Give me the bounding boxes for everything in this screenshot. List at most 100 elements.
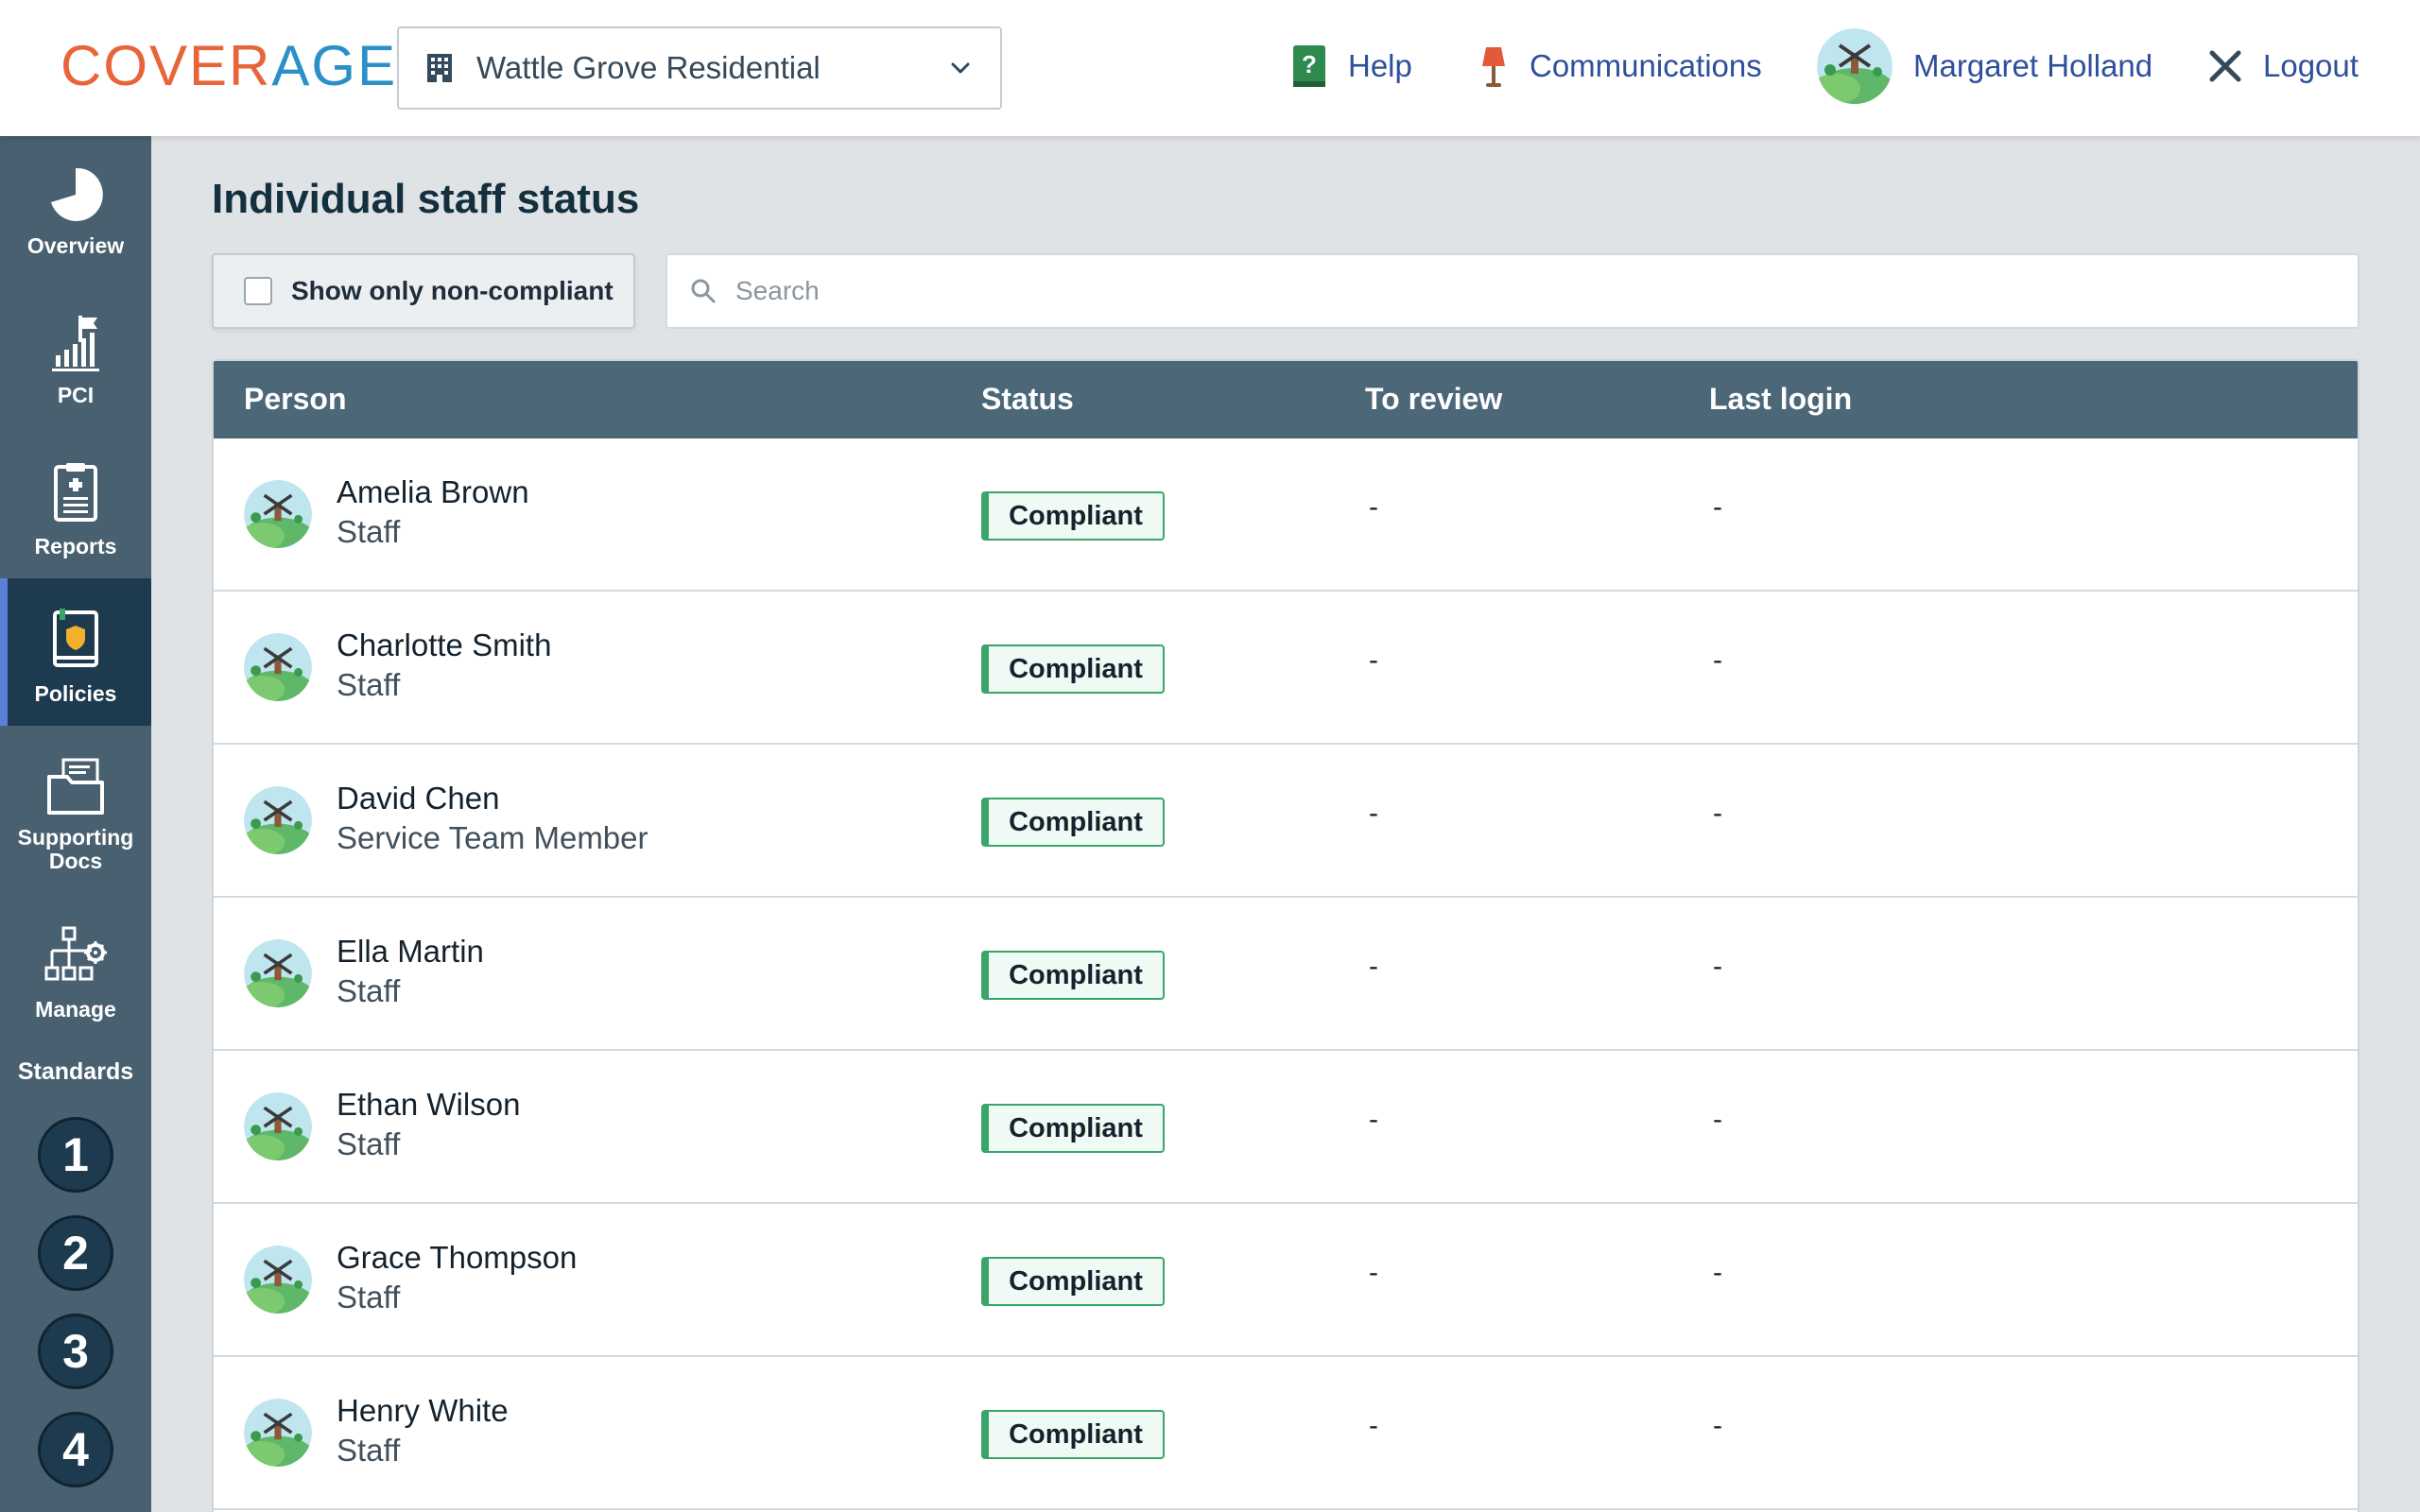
lamp-icon [1478, 43, 1509, 89]
sidebar-item-label: Reports [34, 534, 117, 558]
column-header-to-review[interactable]: To review [1365, 382, 1502, 417]
person-name[interactable]: Henry White [337, 1393, 509, 1429]
non-compliant-checkbox[interactable] [244, 277, 272, 305]
table-body: Amelia Brown Staff Compliant - - Charlotte Sm… [214, 438, 2358, 1510]
table-row[interactable]: Ethan Wilson Staff Compliant - - [214, 1051, 2358, 1204]
person-role: Staff [337, 1433, 401, 1468]
table-row[interactable]: Ella Martin Staff Compliant - - [214, 898, 2358, 1051]
sidebar-item-label: PCI [57, 383, 95, 407]
shield-document-icon [53, 609, 98, 667]
person-name[interactable]: Grace Thompson [337, 1240, 577, 1276]
person-name[interactable]: Ethan Wilson [337, 1087, 520, 1123]
person-role: Staff [337, 514, 401, 549]
table-row[interactable]: Henry White Staff Compliant - - [214, 1357, 2358, 1510]
sidebar-item-label: Overview [26, 233, 125, 258]
last-login-value: - [1713, 644, 1722, 676]
pie-chart-icon [51, 167, 103, 221]
to-review-value: - [1369, 1257, 1378, 1288]
search-box[interactable] [666, 253, 2360, 329]
logo-part-1: COVER [60, 34, 272, 97]
standard-3-button[interactable]: 3 [38, 1314, 113, 1389]
user-avatar [1817, 28, 1893, 104]
help-label: Help [1348, 48, 1412, 83]
table-row[interactable]: Amelia Brown Staff Compliant - - [214, 438, 2358, 592]
column-header-last-login[interactable]: Last login [1709, 382, 1852, 417]
sidebar-item-reports[interactable]: Reports [0, 461, 151, 575]
logo-part-2: AGE [271, 34, 398, 97]
table-row[interactable]: David Chen Service Team Member Compliant - - [214, 745, 2358, 898]
person-name[interactable]: David Chen [337, 781, 499, 816]
non-compliant-filter-toggle[interactable]: Show only non-compliant [212, 253, 635, 329]
search-input[interactable] [735, 276, 2358, 306]
user-name: Margaret Holland [1913, 48, 2153, 83]
to-review-value: - [1369, 798, 1378, 829]
staff-avatar [244, 480, 312, 548]
last-login-value: - [1713, 491, 1722, 523]
column-header-status[interactable]: Status [981, 382, 1074, 417]
person-role: Staff [337, 1126, 401, 1161]
facility-selector[interactable]: Wattle Grove Residential [397, 26, 1002, 110]
standard-1-button[interactable]: 1 [38, 1117, 113, 1193]
sidebar-item-overview[interactable]: Overview [0, 166, 151, 280]
person-role: Staff [337, 973, 401, 1008]
status-badge: Compliant [981, 798, 1165, 847]
standard-4-button[interactable]: 4 [38, 1412, 113, 1487]
status-badge: Compliant [981, 644, 1165, 694]
table-header: Person Status To review Last login [214, 361, 2358, 438]
standards-heading: Standards [17, 1058, 134, 1085]
standard-2-button[interactable]: 2 [38, 1215, 113, 1291]
clipboard-icon [54, 463, 97, 522]
staff-avatar [244, 1092, 312, 1160]
user-profile-link[interactable]: Margaret Holland [1817, 28, 2153, 104]
to-review-value: - [1369, 1410, 1378, 1441]
communications-link[interactable]: Communications [1478, 34, 1762, 98]
status-badge: Compliant [981, 951, 1165, 1000]
last-login-value: - [1713, 1257, 1722, 1288]
sidebar-item-label: Manage [35, 997, 116, 1022]
filter-label: Show only non-compliant [291, 276, 614, 305]
folder-docs-icon [47, 758, 104, 815]
staff-avatar [244, 1399, 312, 1467]
status-badge: Compliant [981, 491, 1165, 541]
last-login-value: - [1713, 951, 1722, 982]
to-review-value: - [1369, 951, 1378, 982]
staff-avatar [244, 786, 312, 854]
help-book-icon: ? [1291, 43, 1327, 89]
help-link[interactable]: ? Help [1291, 34, 1412, 98]
person-name[interactable]: Amelia Brown [337, 474, 529, 510]
person-name[interactable]: Ella Martin [337, 934, 484, 970]
sidebar-item-policies[interactable]: Policies [0, 578, 151, 726]
sidebar-item-manage[interactable]: Manage [0, 926, 151, 1040]
logout-label: Logout [2263, 48, 2359, 83]
table-row[interactable]: Charlotte Smith Staff Compliant - - [214, 592, 2358, 745]
close-icon [2208, 49, 2242, 83]
table-row[interactable]: Grace Thompson Staff Compliant - - [214, 1204, 2358, 1357]
chevron-down-icon [951, 62, 970, 74]
facility-name: Wattle Grove Residential [476, 50, 821, 85]
coverage-logo[interactable]: COVERAGE [60, 36, 397, 96]
sidebar-item-label: Supporting Docs [17, 825, 134, 873]
logout-link[interactable]: Logout [2208, 34, 2359, 98]
column-header-person[interactable]: Person [244, 382, 346, 417]
status-badge: Compliant [981, 1257, 1165, 1306]
to-review-value: - [1369, 491, 1378, 523]
org-chart-gear-icon [44, 926, 107, 981]
to-review-value: - [1369, 1104, 1378, 1135]
staff-avatar [244, 633, 312, 701]
sidebar-item-supporting-docs[interactable]: Supporting Docs [0, 756, 151, 898]
person-role: Staff [337, 667, 401, 702]
person-name[interactable]: Charlotte Smith [337, 627, 551, 663]
status-badge: Compliant [981, 1104, 1165, 1153]
last-login-value: - [1713, 1104, 1722, 1135]
status-badge: Compliant [981, 1410, 1165, 1459]
person-role: Staff [337, 1280, 401, 1314]
staff-avatar [244, 1246, 312, 1314]
top-bar: COVERAGE Wattle Grove Residential ? Help [0, 0, 2420, 136]
to-review-value: - [1369, 644, 1378, 676]
sidebar-item-label: Policies [34, 681, 117, 706]
staff-avatar [244, 939, 312, 1007]
last-login-value: - [1713, 798, 1722, 829]
person-role: Service Team Member [337, 820, 648, 855]
sidebar-item-pci[interactable]: PCI [0, 314, 151, 427]
bar-chart-flag-icon [52, 316, 99, 371]
